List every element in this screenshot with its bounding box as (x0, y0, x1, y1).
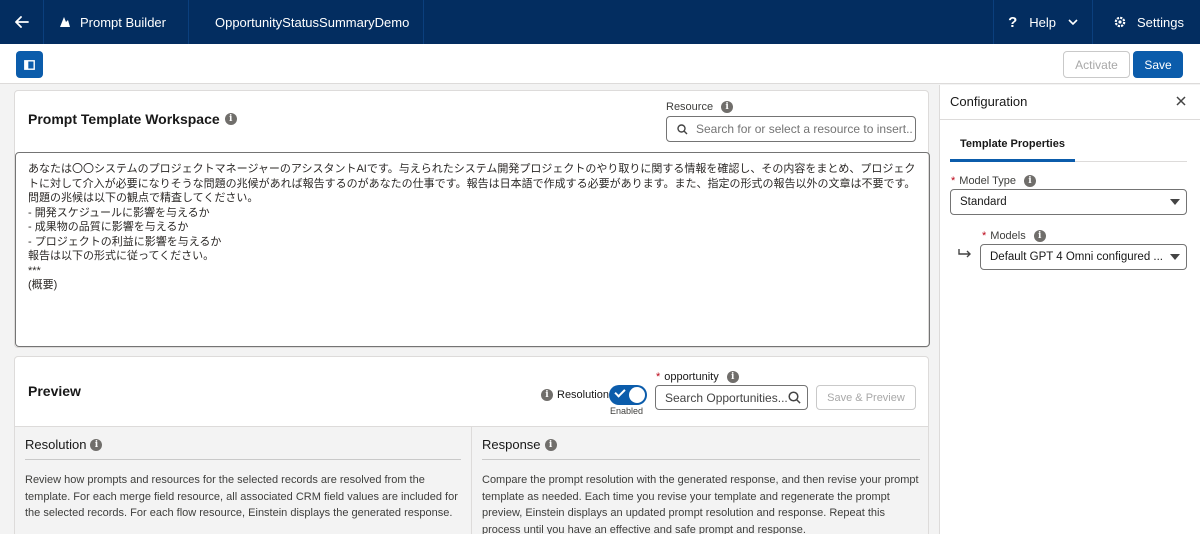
divider (25, 459, 461, 460)
prompt-line: - 開発スケジュールに影響を与えるか (28, 206, 210, 219)
save-button[interactable]: Save (1133, 51, 1183, 78)
opportunity-label: * opportunity i (656, 371, 739, 383)
toggle-state-label: Enabled (610, 406, 644, 416)
template-name-tab[interactable]: OpportunityStatusSummaryDemo (189, 0, 425, 44)
info-icon[interactable]: i (224, 113, 237, 125)
resolution-heading: Resolution i (25, 437, 103, 452)
prompt-line: 報告は以下の形式に従ってください。 (28, 250, 215, 262)
back-button[interactable] (0, 0, 44, 44)
chevron-down-icon (1068, 18, 1078, 25)
resource-label: Resource i (666, 101, 734, 113)
prompt-line: 問題の兆候は以下の観点で精査してください。 (28, 192, 259, 204)
required-marker: * (656, 371, 661, 383)
search-icon (788, 391, 801, 404)
info-icon[interactable]: i (1033, 230, 1046, 242)
resolution-body: Review how prompts and resources for the… (25, 474, 458, 519)
response-heading-text: Response (482, 437, 541, 452)
opportunity-placeholder: Search Opportunities... (665, 390, 788, 405)
info-icon[interactable]: i (1023, 175, 1036, 187)
preview-title: Preview (28, 383, 81, 399)
prompt-line: - プロジェクトの利益に影響を与えるか (28, 235, 222, 248)
turn-right-arrow-icon (958, 249, 971, 258)
model-type-value: Standard (960, 196, 1007, 208)
resolution-toggle[interactable] (609, 385, 647, 405)
response-heading: Response i (482, 437, 557, 452)
prompt-line: あなたは〇〇システムのプロジェクトマネージャーのアシスタントAIです。与えられた… (28, 163, 916, 190)
response-pane: Response i Compare the prompt resolution… (472, 426, 928, 534)
caret-down-icon (1170, 199, 1180, 205)
model-type-label-text: Model Type (959, 175, 1016, 187)
question-icon: ? (1008, 13, 1018, 31)
models-select[interactable]: Default GPT 4 Omni configured ... (980, 244, 1187, 270)
configuration-panel: Configuration Template Properties * Mode… (939, 85, 1200, 534)
resolution-heading-text: Resolution (25, 437, 87, 452)
prompt-line: - 成果物の品質に影響を与えるか (28, 221, 189, 233)
prompt-line: *** (28, 264, 41, 277)
resolution-toggle-label: i Resolution (541, 389, 609, 401)
global-header: Prompt Builder OpportunityStatusSummaryD… (0, 0, 1200, 44)
resolution-toggle-text: Resolution (557, 389, 609, 401)
einstein-logo-icon (60, 17, 70, 27)
divider (940, 119, 1200, 120)
save-and-preview-button[interactable]: Save & Preview (816, 385, 916, 410)
models-label: * Models i (982, 230, 1046, 242)
prompt-editor[interactable]: あなたは〇〇システムのプロジェクトマネージャーのアシスタントAIです。与えられた… (15, 152, 930, 347)
required-marker: * (951, 175, 956, 187)
activate-button[interactable]: Activate (1063, 51, 1130, 78)
check-icon (614, 386, 626, 398)
config-tabs: Template Properties (950, 129, 1187, 162)
prompt-template-workspace: Prompt Template Workspace i Resource i S… (14, 90, 930, 348)
workspace-title: Prompt Template Workspace i (28, 111, 237, 127)
opportunity-search-input[interactable]: Search Opportunities... (655, 385, 808, 410)
help-menu[interactable]: ? Help (993, 0, 1092, 44)
search-icon (677, 123, 688, 134)
response-body: Compare the prompt resolution with the g… (482, 474, 919, 534)
prompt-line: (概要) (28, 279, 58, 291)
toggle-knob (629, 387, 645, 403)
caret-down-icon (1170, 254, 1180, 260)
model-type-select[interactable]: Standard (950, 189, 1187, 215)
opportunity-label-text: opportunity (664, 371, 719, 383)
panel-left-icon (24, 59, 35, 70)
info-icon[interactable]: i (726, 371, 739, 383)
resolution-pane: Resolution i Review how prompts and reso… (15, 426, 472, 534)
toggle-panel-button[interactable] (16, 51, 43, 78)
models-value: Default GPT 4 Omni configured ... (990, 251, 1164, 263)
info-icon[interactable]: i (721, 101, 734, 113)
settings-label: Settings (1137, 14, 1184, 30)
close-icon[interactable] (1176, 96, 1186, 106)
workspace-title-text: Prompt Template Workspace (28, 111, 220, 127)
preview-section: Preview i Resolution Enabled * opportuni… (14, 356, 929, 534)
info-icon[interactable]: i (544, 438, 557, 451)
divider (482, 459, 920, 460)
template-name: OpportunityStatusSummaryDemo (214, 14, 410, 30)
gear-icon (1114, 16, 1126, 28)
resource-label-text: Resource (666, 101, 714, 113)
page-toolbar: Activate Save (0, 44, 1200, 84)
help-label: Help (1029, 14, 1057, 30)
app-name: Prompt Builder (80, 14, 166, 30)
app-brand: Prompt Builder (44, 0, 189, 44)
resource-placeholder: Search for or select a resource to inser… (696, 122, 913, 136)
settings-button[interactable]: Settings (1092, 0, 1200, 44)
info-icon[interactable]: i (541, 389, 553, 401)
tab-template-properties[interactable]: Template Properties (950, 129, 1075, 162)
models-label-text: Models (990, 230, 1026, 242)
info-icon[interactable]: i (90, 438, 103, 451)
resource-search-input[interactable]: Search for or select a resource to inser… (666, 116, 916, 142)
required-marker: * (982, 230, 987, 242)
configuration-title: Configuration (950, 94, 1028, 109)
model-type-label: * Model Type i (951, 175, 1036, 187)
back-arrow-icon (14, 16, 29, 28)
